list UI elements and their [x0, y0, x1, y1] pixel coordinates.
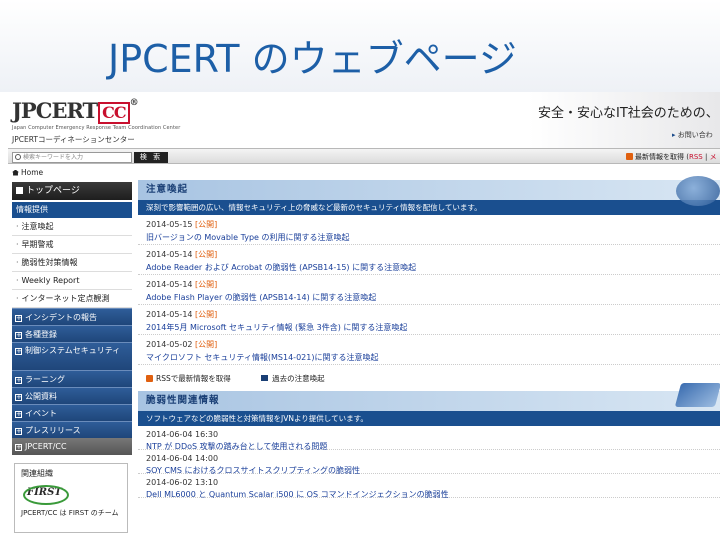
slide-title: JPCERT のウェブページ — [108, 37, 517, 81]
logo-cc: CC — [98, 102, 130, 124]
sidebar-item-alerts[interactable]: · 注意喚起 — [12, 218, 132, 236]
past-alerts-link[interactable]: 過去の注意喚起 — [272, 374, 325, 383]
list-item: 2014-06-02 13:10 Dell ML6000 と Quantum S… — [138, 474, 720, 500]
sidebar-item-jpcert-cc[interactable]: + JPCERT/CC — [12, 438, 132, 455]
sidebar-item-early-warning[interactable]: · 早期警戒 — [12, 236, 132, 254]
sidebar-item-weekly-report[interactable]: · Weekly Report — [12, 272, 132, 290]
rss-link[interactable]: RSSで最新情報を取得 — [156, 374, 231, 383]
alert-link[interactable]: Adobe Flash Player の脆弱性 (APSB14-14) に関する… — [146, 292, 720, 303]
logo-text: JPCERT CC ® — [12, 98, 139, 124]
vuln-link[interactable]: Dell ML6000 と Quantum Scalar i500 に OS コ… — [146, 489, 720, 500]
expand-icon: + — [15, 331, 22, 339]
site-header: JPCERT CC ® Japan Computer Emergency Respo… — [8, 92, 720, 148]
rss-icon — [626, 153, 633, 160]
logo-japanese-name: JPCERTコーディネーションセンター — [12, 135, 135, 144]
alert-link[interactable]: マイクロソフト セキュリティ情報(MS14-021)に関する注意喚起 — [146, 352, 720, 363]
first-logo[interactable]: FIRST — [23, 485, 69, 505]
alert-link[interactable]: 旧バージョンの Movable Type の利用に関する注意喚起 — [146, 232, 720, 243]
archive-icon — [261, 375, 269, 381]
rss-icon — [146, 374, 153, 382]
list-item: 2014-05-14 [公開] Adobe Flash Player の脆弱性 … — [138, 275, 720, 305]
inquiry-link[interactable]: ▸ お問い合わ — [672, 130, 713, 140]
expand-icon: + — [15, 410, 22, 418]
expand-icon: + — [15, 427, 22, 435]
search-button[interactable]: 検 索 — [134, 152, 168, 163]
sidebar-item-events[interactable]: + イベント — [12, 404, 132, 421]
sidebar: トップページ 情報提供 · 注意喚起 · 早期警戒 · 脆弱性対策情報 · Weekly… — [12, 182, 132, 540]
related-text: JPCERT/CC は FIRST のチーム — [21, 509, 119, 517]
list-item: 2014-05-14 [公開] 2014年5月 Microsoft セキュリティ… — [138, 305, 720, 335]
list-item: 2014-06-04 14:00 SOY CMS におけるクロスサイトスクリプテ… — [138, 450, 720, 475]
sidebar-section-info[interactable]: 情報提供 — [12, 202, 132, 218]
sidebar-item-incident-report[interactable]: + インシデントの報告 — [12, 308, 132, 325]
main-content: 注意喚起 深刻で影響範囲の広い、情報セキュリティ上の脅威など最新のセキュリティ情… — [138, 176, 720, 540]
expand-icon: + — [15, 347, 22, 355]
list-item: 2014-05-14 [公開] Adobe Reader および Acrobat… — [138, 245, 720, 275]
search-input[interactable]: 検索キーワードを入力 — [12, 152, 132, 163]
related-title: 関連組織 — [21, 469, 53, 478]
sidebar-item-ics-security[interactable]: + 制御システムセキュリティ — [12, 342, 132, 370]
square-icon — [16, 186, 23, 194]
rss-feed-link[interactable]: 最新情報を取得 (RSS | メ — [626, 152, 717, 162]
list-item: 2014-06-04 16:30 NTP が DDoS 攻撃の踏み台として使用さ… — [138, 426, 720, 451]
sidebar-item-registration[interactable]: + 各種登録 — [12, 325, 132, 342]
alert-link[interactable]: 2014年5月 Microsoft セキュリティ情報 (緊急 3件含) に関する… — [146, 322, 720, 333]
expand-icon: + — [15, 376, 22, 384]
expand-icon: + — [15, 393, 22, 401]
vulns-heading: 脆弱性関連情報 — [138, 383, 720, 411]
alert-link[interactable]: Adobe Reader および Acrobat の脆弱性 (APSB14-15… — [146, 262, 720, 273]
sidebar-item-top-page[interactable]: トップページ — [12, 182, 132, 200]
alerts-description: 深刻で影響範囲の広い、情報セキュリティ上の脅威など最新のセキュリティ情報を配信し… — [138, 200, 720, 215]
site-tagline: 安全・安心なIT社会のための、 — [538, 106, 719, 121]
laptop-icon — [674, 383, 720, 407]
arrow-right-icon: ▸ — [672, 131, 676, 139]
search-icon — [15, 154, 21, 160]
logo-subtitle: Japan Computer Emergency Response Team C… — [12, 125, 181, 131]
list-item: 2014-05-02 [公開] マイクロソフト セキュリティ情報(MS14-02… — [138, 335, 720, 365]
sidebar-item-learning[interactable]: + ラーニング — [12, 370, 132, 387]
sidebar-item-publications[interactable]: + 公開資料 — [12, 387, 132, 404]
expand-icon: + — [15, 314, 22, 322]
home-icon — [12, 169, 19, 176]
breadcrumb[interactable]: Home — [12, 168, 43, 177]
sidebar-item-vulnerability[interactable]: · 脆弱性対策情報 — [12, 254, 132, 272]
alerts-heading: 注意喚起 — [138, 176, 720, 206]
alerts-feed-row: RSSで最新情報を取得 過去の注意喚起 — [138, 365, 720, 391]
globe-icon — [676, 176, 720, 206]
website-screenshot: JPCERT CC ® Japan Computer Emergency Respo… — [8, 92, 720, 540]
related-organizations-box: 関連組織 FIRST JPCERT/CC は FIRST のチーム — [14, 463, 128, 533]
jpcert-logo[interactable]: JPCERT CC ® Japan Computer Emergency Respo… — [12, 98, 181, 144]
expand-icon: + — [15, 443, 22, 451]
vulns-description: ソフトウェアなどの脆弱性と対策情報をJVNより提供しています。 — [138, 411, 720, 426]
sidebar-item-press-release[interactable]: + プレスリリース — [12, 421, 132, 438]
sidebar-item-internet-monitoring[interactable]: · インターネット定点観測 — [12, 290, 132, 308]
list-item: 2014-05-15 [公開] 旧バージョンの Movable Type の利用… — [138, 215, 720, 245]
search-bar: 検索キーワードを入力 検 索 最新情報を取得 (RSS | メ — [8, 148, 720, 164]
